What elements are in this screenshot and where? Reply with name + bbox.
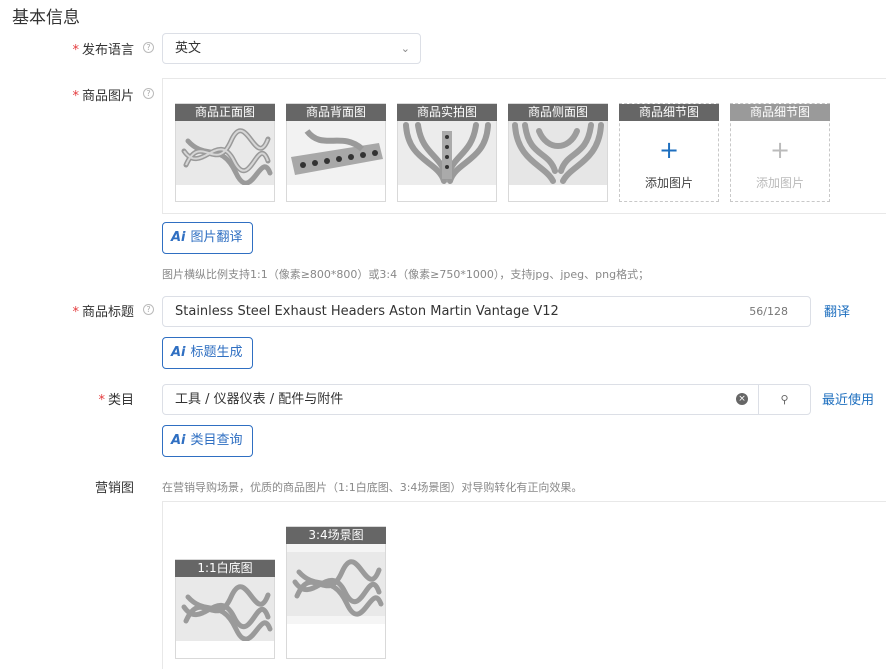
image-slot-front[interactable]: 商品正面图 [175, 103, 275, 202]
category-value: 工具 / 仪器仪表 / 配件与附件 [175, 392, 344, 407]
marketing-hint: 在营销导购场景，优质的商品图片（1:1白底图、3:4场景图）对导购转化有正向效果… [162, 481, 583, 494]
exhaust-header-photo [287, 121, 385, 185]
image-slot-side[interactable]: 商品侧面图 [508, 103, 608, 202]
search-icon: ⚲ [780, 393, 789, 406]
product-title-value: Stainless Steel Exhaust Headers Aston Ma… [175, 304, 559, 319]
product-title-input[interactable]: Stainless Steel Exhaust Headers Aston Ma… [162, 296, 811, 327]
chevron-down-icon: ⌄ [400, 42, 410, 55]
exhaust-header-photo [176, 577, 274, 641]
image-slot-caption: 商品背面图 [286, 104, 386, 121]
ai-icon: Ai [171, 345, 186, 360]
marketing-slot-caption: 1:1白底图 [175, 560, 275, 577]
marketing-label: 营销图 [94, 481, 134, 496]
product-title-label: * 商品标题 [72, 305, 134, 320]
marketing-slot-scene[interactable]: 3:4场景图 [286, 526, 386, 659]
marketing-images-panel: 1:1白底图 3:4场景图 [162, 501, 886, 669]
title-generate-button[interactable]: Ai 标题生成 [162, 337, 253, 369]
category-search-button[interactable]: ⚲ [758, 384, 811, 415]
help-icon[interactable]: ? [143, 304, 154, 315]
ai-icon: Ai [171, 433, 186, 448]
product-images-panel: 商品正面图 商品背面图 商品实拍图 商品侧面图 商品细节图 + 添加图片 商品细… [162, 78, 886, 214]
image-slot-back[interactable]: 商品背面图 [286, 103, 386, 202]
plus-icon: + [658, 136, 680, 164]
image-slot-caption: 商品实拍图 [397, 104, 497, 121]
exhaust-header-photo [398, 121, 496, 185]
add-image-label: 添加图片 [644, 176, 693, 190]
language-select[interactable]: 英文 ⌄ [162, 33, 421, 64]
exhaust-header-photo [509, 121, 607, 185]
exhaust-header-photo [176, 121, 274, 185]
image-slot-detail-add[interactable]: 商品细节图 + 添加图片 [619, 103, 719, 202]
image-format-hint: 图片横纵比例支持1:1（像素≥800*800）或3:4（像素≥750*1000）… [162, 268, 650, 281]
section-title: 基本信息 [12, 8, 80, 28]
add-image-label: 添加图片 [755, 176, 804, 190]
translate-link[interactable]: 翻译 [824, 301, 850, 320]
image-translate-button[interactable]: Ai 图片翻译 [162, 222, 253, 254]
image-slot-detail-add-disabled: 商品细节图 + 添加图片 [730, 103, 830, 202]
language-value: 英文 [175, 41, 202, 56]
image-slot-caption: 商品细节图 [619, 104, 719, 121]
category-label: * 类目 [98, 393, 134, 408]
category-query-button[interactable]: Ai 类目查询 [162, 425, 253, 457]
clear-icon[interactable]: × [736, 393, 748, 405]
image-slot-caption: 商品细节图 [730, 104, 830, 121]
help-icon[interactable]: ? [143, 42, 154, 53]
marketing-slot-caption: 3:4场景图 [286, 527, 386, 544]
plus-icon: + [769, 136, 791, 164]
ai-icon: Ai [171, 230, 186, 245]
marketing-slot-white[interactable]: 1:1白底图 [175, 559, 275, 659]
recent-used-link[interactable]: 最近使用 [822, 389, 874, 408]
language-label: * 发布语言 [72, 43, 134, 58]
product-images-label: * 商品图片 [72, 89, 134, 104]
category-input[interactable]: 工具 / 仪器仪表 / 配件与附件 × [162, 384, 759, 415]
image-slot-caption: 商品正面图 [175, 104, 275, 121]
image-slot-real-shot[interactable]: 商品实拍图 [397, 103, 497, 202]
exhaust-header-photo [287, 544, 385, 624]
image-slot-caption: 商品侧面图 [508, 104, 608, 121]
help-icon[interactable]: ? [143, 88, 154, 99]
char-count: 56/128 [749, 305, 788, 318]
